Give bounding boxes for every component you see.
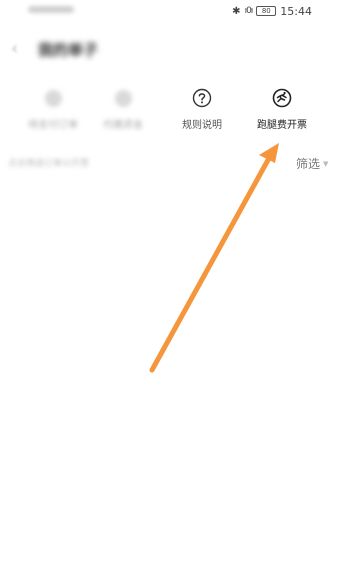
carrier-text	[28, 6, 74, 13]
rules-button[interactable]: 规则说明	[162, 86, 242, 131]
status-icons: ✱ ı0ı 80 15:44	[232, 3, 312, 19]
filter-button[interactable]: 筛选 ▼	[296, 155, 328, 172]
funds-icon	[114, 89, 132, 107]
filter-label: 筛选	[296, 157, 321, 171]
caret-down-icon: ▼	[323, 159, 329, 168]
bluetooth-icon: ✱	[232, 5, 241, 17]
back-chevron-icon[interactable]: ‹	[11, 38, 18, 59]
pending-payment-button[interactable]: 待支付订单	[13, 86, 93, 131]
vibrate-icon: ı0ı	[244, 6, 254, 16]
errand-invoice-button[interactable]: 跑腿费开票	[242, 86, 322, 131]
pending-payment-label: 待支付订单	[28, 120, 78, 131]
filter-row: 点击筛选订单以开票 筛选 ▼	[0, 150, 346, 174]
page-title: 我的单子	[38, 41, 99, 59]
clock: 15:44	[280, 4, 312, 18]
rules-label: 规则说明	[182, 120, 222, 131]
payment-funds-label: 代缴资金	[103, 120, 143, 131]
filter-hint: 点击筛选订单以开票	[8, 159, 90, 169]
payment-funds-button[interactable]: 代缴资金	[83, 86, 163, 131]
errand-invoice-label: 跑腿费开票	[257, 120, 307, 131]
status-bar: ✱ ı0ı 80 15:44	[0, 0, 346, 22]
action-bar: 待支付订单 代缴资金 规则说明 跑腿费开票	[0, 86, 346, 134]
question-circle-icon	[192, 88, 212, 108]
page-header: ‹ 我的单子	[0, 30, 346, 70]
runner-circle-icon	[272, 88, 292, 108]
battery-icon: 80	[256, 6, 277, 16]
wallet-icon	[44, 89, 62, 107]
